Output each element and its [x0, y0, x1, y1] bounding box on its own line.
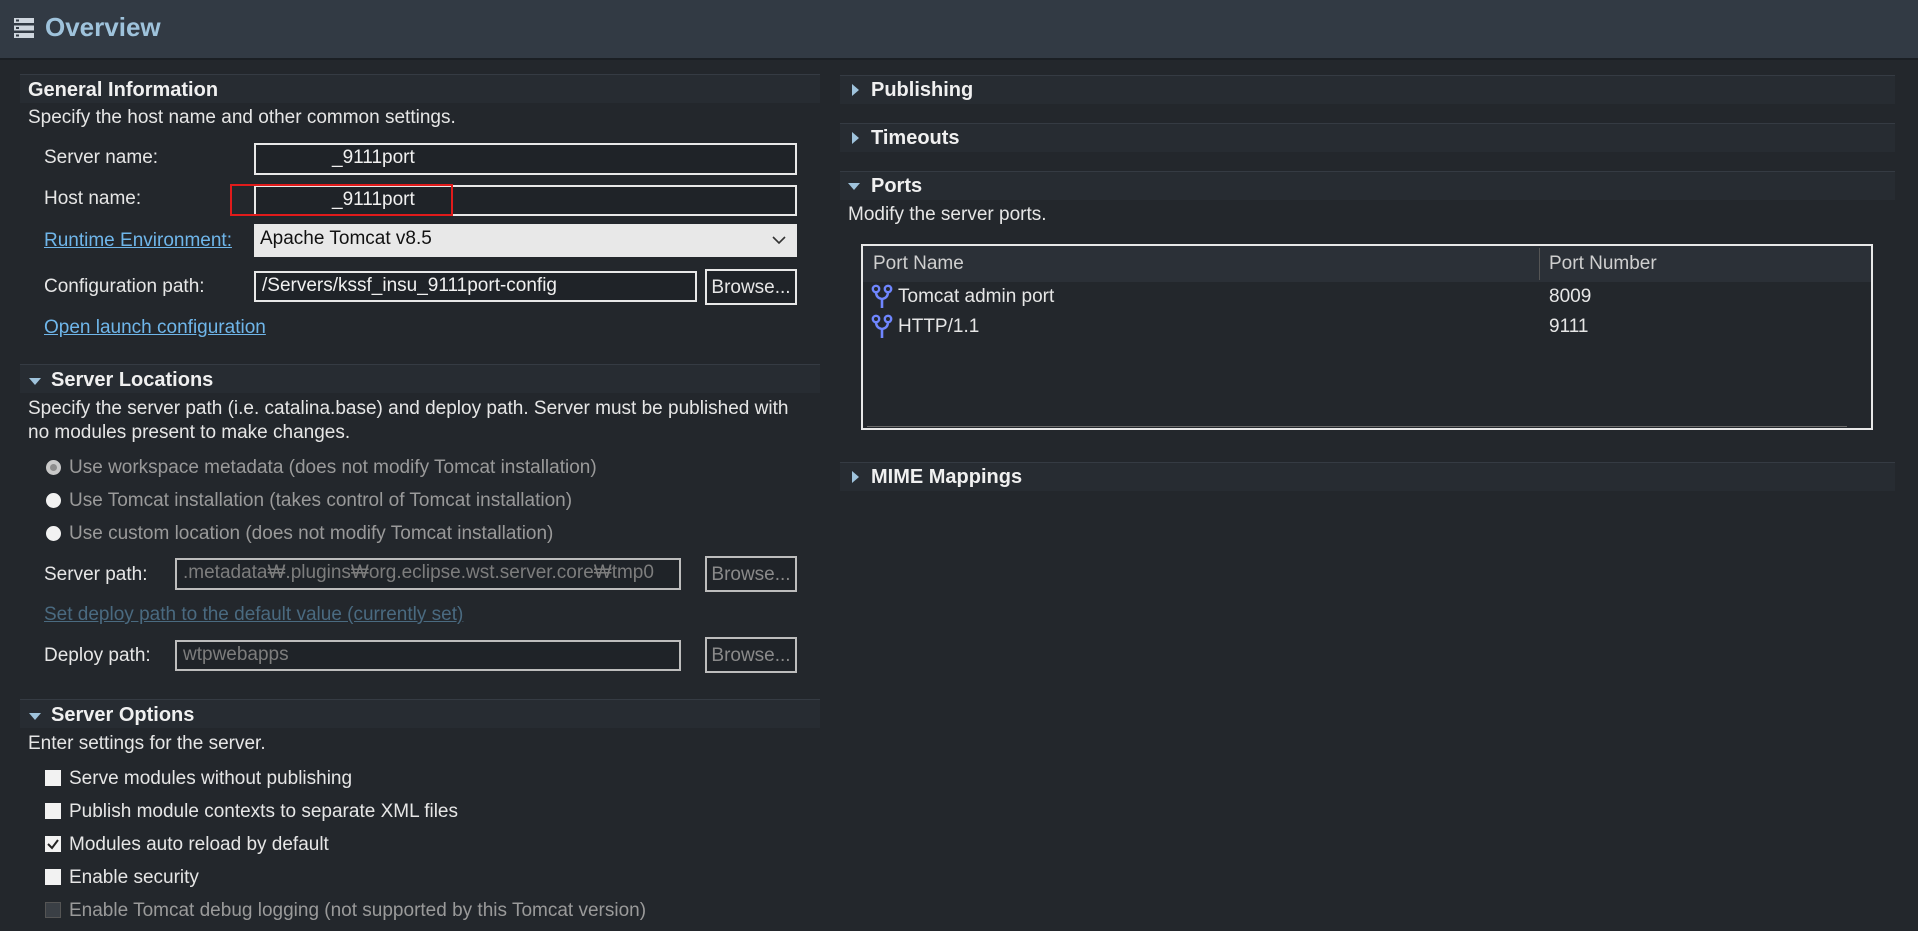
table-row[interactable]: HTTP/1.1 9111 [863, 314, 1871, 342]
radio-workspace-metadata[interactable] [46, 460, 61, 475]
checkbox-debug-logging-label: Enable Tomcat debug logging (not support… [69, 900, 647, 921]
port-name-cell: HTTP/1.1 [898, 316, 980, 337]
checkbox-publish-contexts-label: Publish module contexts to separate XML … [69, 801, 458, 822]
server-locations-heading[interactable]: Server Locations [51, 369, 213, 392]
ports-description: Modify the server ports. [848, 204, 1047, 225]
ports-table-header: Port Name Port Number [863, 246, 1871, 282]
port-name-cell: Tomcat admin port [898, 286, 1055, 307]
general-information-description: Specify the host name and other common s… [28, 107, 456, 128]
timeouts-heading[interactable]: Timeouts [871, 127, 960, 150]
server-options-heading[interactable]: Server Options [51, 704, 194, 727]
chevron-down-icon [772, 236, 786, 245]
column-header-port-number[interactable]: Port Number [1549, 253, 1657, 275]
ports-heading[interactable]: Ports [871, 175, 922, 198]
radio-custom-location-label: Use custom location (does not modify Tom… [69, 523, 554, 544]
radio-custom-location[interactable] [46, 526, 61, 541]
server-name-input[interactable]: _9111port [254, 143, 797, 175]
horizontal-scrollbar[interactable] [867, 426, 1847, 427]
checkbox-publish-contexts[interactable] [45, 803, 61, 819]
timeouts-section [840, 123, 1895, 152]
host-name-label: Host name: [44, 188, 142, 209]
checkbox-auto-reload-label: Modules auto reload by default [69, 834, 329, 855]
checkbox-serve-modules-label: Serve modules without publishing [69, 768, 353, 789]
deploy-path-label: Deploy path: [44, 645, 151, 666]
checkmark-icon [47, 839, 59, 850]
column-separator [1539, 248, 1540, 280]
port-number-cell: 8009 [1549, 286, 1592, 307]
publishing-heading[interactable]: Publishing [871, 79, 973, 102]
checkbox-serve-modules[interactable] [45, 770, 61, 786]
checkbox-auto-reload[interactable] [45, 836, 61, 852]
open-launch-configuration-link[interactable]: Open launch configuration [44, 317, 266, 339]
server-options-description: Enter settings for the server. [28, 733, 266, 754]
general-information-heading: General Information [28, 79, 219, 101]
deploy-path-input[interactable]: wtpwebapps [175, 640, 681, 671]
mime-mappings-heading[interactable]: MIME Mappings [871, 466, 1022, 489]
collapse-triangle-icon[interactable] [852, 471, 859, 483]
port-fork-icon [871, 314, 893, 338]
runtime-environment-value: Apache Tomcat v8.5 [260, 228, 432, 249]
configuration-path-label: Configuration path: [44, 276, 205, 297]
page-title: Overview [45, 12, 161, 42]
radio-tomcat-installation-label: Use Tomcat installation (takes control o… [69, 490, 573, 511]
runtime-environment-select[interactable]: Apache Tomcat v8.5 [254, 224, 797, 257]
editor-header: Overview [0, 0, 1918, 60]
port-fork-icon [871, 284, 893, 308]
ports-section [840, 171, 1895, 200]
expand-triangle-icon[interactable] [29, 378, 41, 385]
server-locations-description-2: no modules present to make changes. [28, 422, 351, 443]
server-path-label: Server path: [44, 564, 148, 585]
radio-workspace-metadata-label: Use workspace metadata (does not modify … [69, 457, 597, 478]
set-deploy-path-link[interactable]: Set deploy path to the default value (cu… [44, 604, 463, 626]
expand-triangle-icon[interactable] [848, 183, 860, 190]
server-name-label: Server name: [44, 147, 159, 168]
port-number-cell: 9111 [1549, 316, 1589, 337]
column-header-port-name[interactable]: Port Name [873, 253, 964, 275]
server-locations-description-1: Specify the server path (i.e. catalina.b… [28, 398, 789, 419]
highlight-box [230, 184, 453, 216]
deploy-path-browse-button[interactable]: Browse... [705, 637, 797, 673]
configuration-path-input[interactable]: /Servers/kssf_insu_9111port-config [254, 271, 697, 302]
server-path-input[interactable]: .metadata₩.plugins₩org.eclipse.wst.serve… [175, 558, 681, 590]
collapse-triangle-icon[interactable] [852, 84, 859, 96]
server-icon [14, 18, 34, 38]
collapse-triangle-icon[interactable] [852, 132, 859, 144]
runtime-environment-link[interactable]: Runtime Environment: [44, 230, 232, 252]
publishing-section [840, 75, 1895, 104]
expand-triangle-icon[interactable] [29, 713, 41, 720]
checkbox-enable-security[interactable] [45, 869, 61, 885]
checkbox-enable-security-label: Enable security [69, 867, 199, 888]
server-path-browse-button[interactable]: Browse... [705, 556, 797, 592]
configuration-browse-button[interactable]: Browse... [705, 269, 797, 305]
table-row[interactable]: Tomcat admin port 8009 [863, 284, 1871, 312]
ports-table: Port Name Port Number Tomcat admin port … [861, 244, 1873, 430]
checkbox-debug-logging[interactable] [45, 902, 61, 918]
radio-tomcat-installation[interactable] [46, 493, 61, 508]
